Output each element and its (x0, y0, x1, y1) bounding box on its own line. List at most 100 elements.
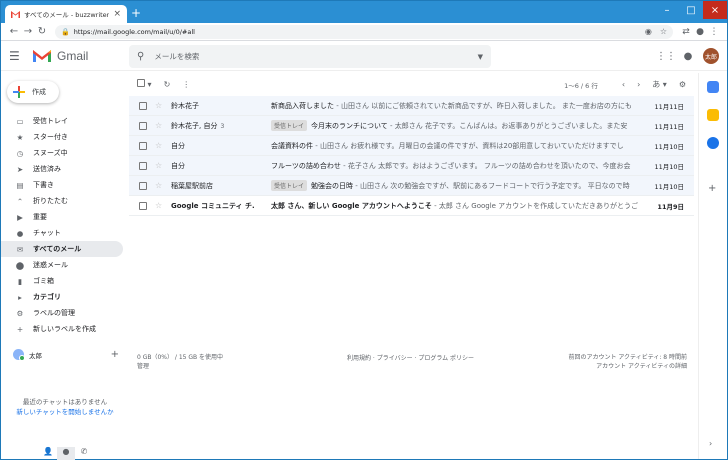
eye-icon[interactable]: ◉ (645, 27, 652, 36)
maximize-icon[interactable]: □ (679, 1, 703, 19)
table-row[interactable]: ☆ 稲葉屋駅前店 受信トレイ 勉強会の日時 - 山田さん 次の勉強会ですが、駅前に… (129, 176, 694, 196)
star-icon[interactable]: ☆ (155, 121, 163, 130)
row-checkbox[interactable] (139, 121, 147, 130)
prev-page-icon[interactable]: ‹ (622, 80, 625, 89)
table-row[interactable]: ☆ 鈴木花子 新商品入荷しました - 山田さん 以前にご依頼されていた新商品です… (129, 96, 694, 116)
sidebar-item-trash[interactable]: ▮ ゴミ箱 (1, 273, 123, 289)
search-options-icon[interactable]: ▼ (478, 53, 483, 61)
email-sender: 自分 (171, 161, 185, 170)
new-chat-plus-icon[interactable]: + (111, 349, 119, 360)
email-body: 太郎 さん、新しい Google アカウントへようこそ - 太郎 さん Goog… (271, 201, 638, 210)
sidebar-item-all-mail[interactable]: ✉ すべてのメール (1, 241, 123, 257)
clock-icon: ◷ (16, 148, 24, 158)
window-close-icon[interactable]: × (703, 1, 727, 19)
avatar[interactable]: 太郎 (703, 48, 719, 64)
refresh-icon[interactable]: ↻ (164, 80, 171, 89)
sidebar-item-drafts[interactable]: ▤ 下書き (1, 177, 123, 193)
chat-user[interactable]: 太郎 + (13, 349, 119, 361)
star-icon[interactable]: ☆ (155, 161, 163, 170)
bookmark-star-icon[interactable]: ☆ (660, 27, 667, 36)
row-checkbox[interactable] (139, 101, 147, 110)
star-icon[interactable]: ☆ (155, 201, 163, 210)
sidebar-item-important[interactable]: ▶ 重要 (1, 209, 123, 225)
sidebar-item-categories[interactable]: ▸ カテゴリ (1, 289, 123, 305)
email-body: 受信トレイ 今月末のランチについて - 太郎さん 花子です。こんばんは。お返事あり… (271, 120, 644, 131)
new-tab-button[interactable]: + (131, 6, 141, 20)
more-actions-icon[interactable]: ⋮ (182, 80, 190, 89)
gmail-logo[interactable]: Gmail (33, 49, 133, 63)
next-page-icon[interactable]: › (637, 80, 640, 89)
inbox-icon: ▭ (16, 116, 24, 126)
sidebar-item-sent[interactable]: ➤ 送信済み (1, 161, 123, 177)
star-icon[interactable]: ☆ (155, 141, 163, 150)
tasks-icon[interactable] (707, 137, 719, 149)
start-chat-link[interactable]: 新しいチャットを開始しませんか (1, 407, 129, 417)
draft-icon: ▤ (16, 180, 24, 190)
hangouts-icon[interactable]: ● (57, 447, 75, 460)
tab-close-icon[interactable]: × (113, 9, 121, 19)
phone-icon[interactable]: ✆ (75, 447, 93, 460)
sidebar-item-spam[interactable]: ⬤ 迷惑メール (1, 257, 123, 273)
sidebar-item-collapse[interactable]: ⌃ 折りたたむ (1, 193, 123, 209)
expand-panel-icon[interactable]: › (709, 439, 712, 448)
forward-icon[interactable]: → (21, 26, 35, 37)
row-checkbox[interactable] (139, 201, 147, 210)
extension-icon[interactable]: ⇄ (679, 27, 693, 37)
minimize-icon[interactable]: – (655, 1, 679, 19)
table-row[interactable]: ☆ 鈴木花子, 自分 3 受信トレイ 今月末のランチについて - 太郎さん 花子です… (129, 116, 694, 136)
apps-grid-icon[interactable]: ⋮⋮ (655, 51, 677, 62)
activity-details-link[interactable]: アカウント アクティビティの詳細 (568, 362, 687, 371)
menu-icon[interactable]: ⋮ (707, 27, 721, 37)
sidebar-item-starred[interactable]: ★ スター付き (1, 129, 123, 145)
policy-links[interactable]: 利用規約 · プライバシー · プログラム ポリシー (347, 353, 474, 362)
search-icon[interactable]: ⚲ (137, 51, 144, 62)
contacts-icon[interactable]: 👤 (39, 447, 57, 460)
select-all-checkbox[interactable]: ▾ (137, 79, 152, 89)
manage-storage-link[interactable]: 管理 (137, 362, 223, 371)
keep-icon[interactable] (707, 109, 719, 121)
sidebar-item-label: 送信済み (33, 165, 61, 173)
chat-avatar (13, 349, 25, 361)
settings-gear-icon[interactable]: ⚙ (679, 80, 686, 89)
sidebar-item-manage-labels[interactable]: ⚙ ラベルの管理 (1, 305, 123, 321)
sidebar-item-label: 新しいラベルを作成 (33, 325, 96, 333)
sidebar-item-new-label[interactable]: + 新しいラベルを作成 (1, 321, 123, 337)
email-body: 受信トレイ 勉強会の日時 - 山田さん 次の勉強会ですが、駅前にあるフードコートで… (271, 180, 644, 191)
row-checkbox[interactable] (139, 181, 147, 190)
profile-icon[interactable]: ● (693, 27, 707, 37)
sidebar-item-snoozed[interactable]: ◷ スヌーズ中 (1, 145, 123, 161)
sidebar-item-label: 折りたたむ (33, 197, 68, 205)
table-row[interactable]: ☆ 自分 会議資料の件 - 山田さん お疲れ様です。月曜日の会議の件ですが、資料… (129, 136, 694, 156)
email-sender: 自分 (171, 141, 185, 150)
no-chat-text: 最近のチャットはありません (22, 398, 108, 406)
address-bar[interactable]: 🔒 https://mail.google.com/mail/u/0/#all … (55, 24, 673, 39)
sidebar-item-label: 迷惑メール (33, 261, 68, 269)
app-name: Gmail (57, 48, 89, 63)
search-input[interactable]: メールを検索 (154, 51, 477, 62)
row-checkbox[interactable] (139, 141, 147, 150)
table-row[interactable]: ☆ Google コミュニティ チ. 太郎 さん、新しい Google アカウン… (129, 196, 694, 216)
mail-icon: ✉ (16, 244, 24, 254)
sidebar-item-inbox[interactable]: ▭ 受信トレイ (1, 113, 123, 129)
right-side-panel: + › (698, 73, 726, 459)
calendar-icon[interactable] (707, 81, 719, 93)
add-on-plus-icon[interactable]: + (708, 183, 716, 194)
main-menu-icon[interactable]: ☰ (9, 49, 33, 63)
reload-icon[interactable]: ↻ (35, 26, 49, 37)
notifications-icon[interactable]: ● (677, 51, 699, 62)
sidebar-item-label: 下書き (33, 181, 54, 189)
browser-tab[interactable]: すべてのメール - buzzwriter.zz@gm × (5, 5, 127, 23)
tab-strip: すべてのメール - buzzwriter.zz@gm × + – □ × (1, 1, 727, 23)
sidebar-item-label: カテゴリ (33, 293, 61, 301)
sidebar-item-chats[interactable]: ● チャット (1, 225, 123, 241)
table-row[interactable]: ☆ 自分 フルーツの詰め合わせ - 花子さん 太郎です。おはようございます。 フ… (129, 156, 694, 176)
search-bar[interactable]: ⚲ メールを検索 ▼ (129, 45, 491, 68)
star-icon[interactable]: ☆ (155, 101, 163, 110)
range-text: 1～6 / 6 行 (564, 81, 598, 90)
back-icon[interactable]: ← (7, 26, 21, 37)
input-tools-button[interactable]: あ ▾ (652, 79, 667, 90)
email-sender: 鈴木花子 (171, 101, 199, 110)
compose-button[interactable]: 作成 (7, 81, 59, 103)
star-icon[interactable]: ☆ (155, 181, 163, 190)
row-checkbox[interactable] (139, 161, 147, 170)
